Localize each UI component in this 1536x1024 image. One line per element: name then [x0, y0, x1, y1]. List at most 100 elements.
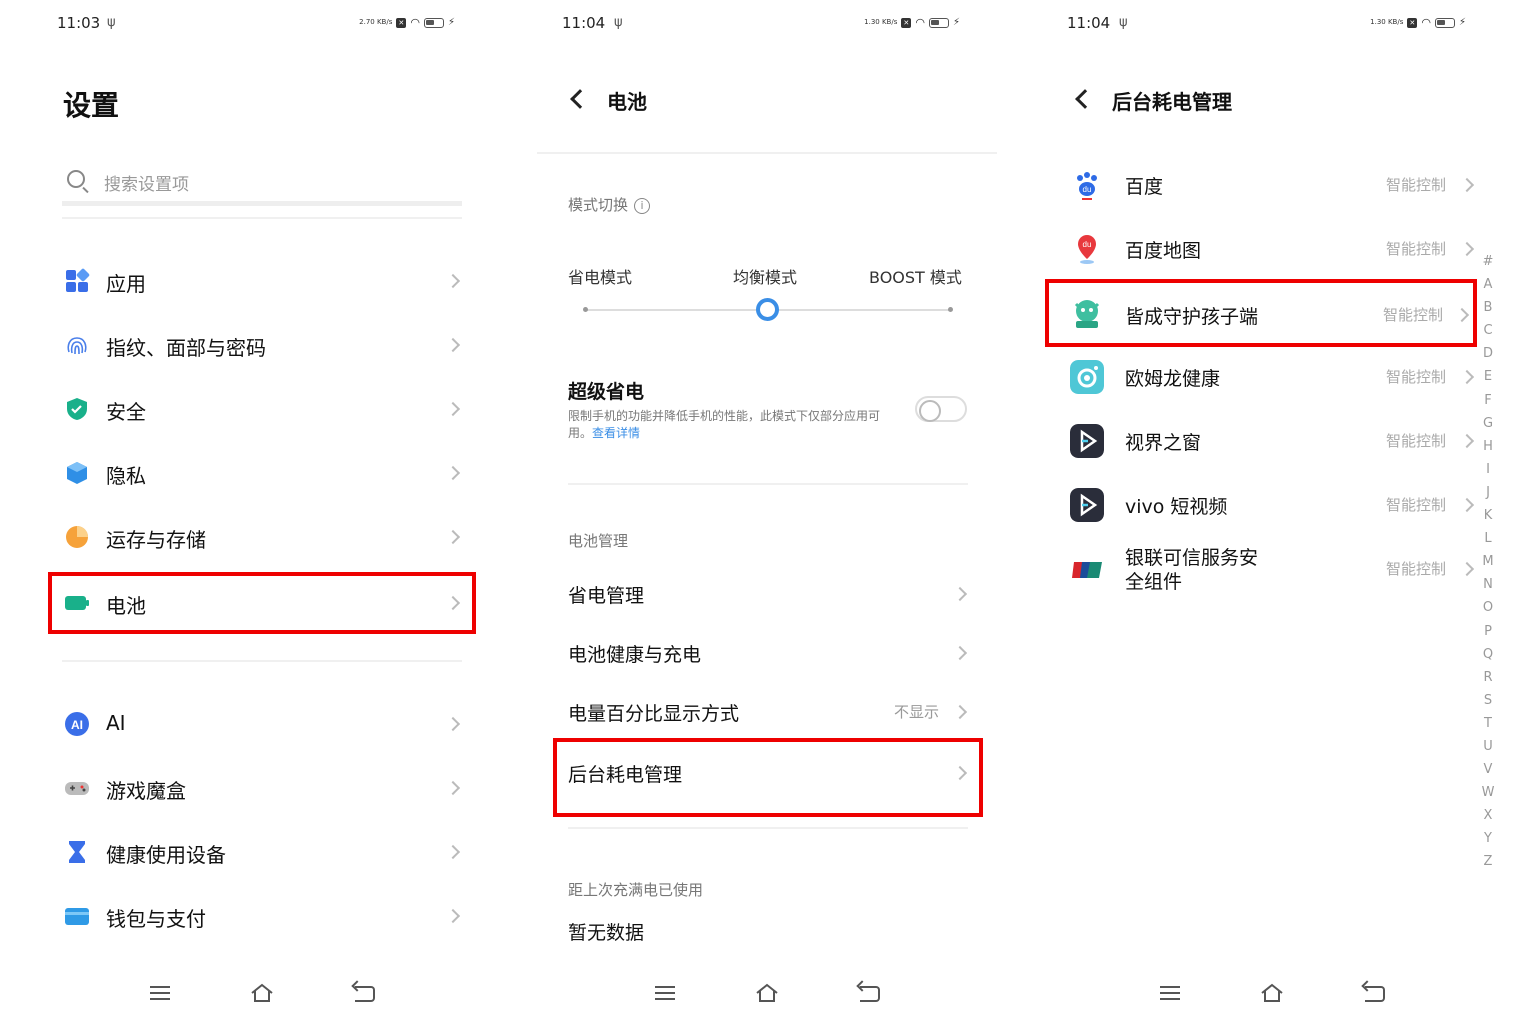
settings-item-game[interactable]: 游戏魔盒: [48, 757, 476, 817]
super-saving-toggle[interactable]: [915, 396, 967, 422]
menu-icon[interactable]: [150, 986, 170, 1000]
app-row-video-window[interactable]: 视界之窗 智能控制: [1058, 410, 1484, 474]
wifi-icon: ◠: [410, 16, 420, 29]
search-input[interactable]: 搜索设置项: [62, 164, 462, 206]
chevron-right-icon: [445, 844, 461, 860]
index-letter[interactable]: U: [1480, 735, 1496, 758]
app-label: 皆成守护孩子端: [1125, 306, 1259, 328]
index-letter[interactable]: G: [1480, 412, 1496, 435]
menu-icon[interactable]: [655, 986, 675, 1000]
settings-item-apps[interactable]: 应用: [48, 250, 476, 310]
fingerprint-icon: [67, 337, 87, 355]
battery-status-icon: [1434, 17, 1455, 28]
super-saving-title: 超级省电: [568, 381, 645, 403]
index-letter[interactable]: A: [1480, 273, 1496, 296]
ai-badge-icon: AI: [65, 712, 89, 736]
search-placeholder: 搜索设置项: [104, 175, 189, 195]
settings-item-privacy[interactable]: 隐私: [48, 442, 476, 502]
index-letter[interactable]: L: [1480, 527, 1496, 550]
usb-icon: ψ: [1119, 15, 1128, 30]
mode-balanced[interactable]: 均衡模式: [733, 264, 797, 288]
index-letter[interactable]: O: [1480, 596, 1496, 619]
index-letter[interactable]: Z: [1480, 850, 1496, 873]
index-letter[interactable]: J: [1480, 481, 1496, 504]
settings-item-storage[interactable]: 运存与存储: [48, 506, 476, 566]
mode-power-saving[interactable]: 省电模式: [568, 264, 632, 288]
baidu-map-icon: du: [1070, 232, 1104, 266]
settings-item-fingerprint[interactable]: 指纹、面部与密码: [48, 314, 476, 374]
app-status: 智能控制: [1385, 240, 1446, 258]
index-letter[interactable]: I: [1480, 458, 1496, 481]
mode-slider[interactable]: [583, 298, 953, 321]
status-time: 11:04: [1067, 14, 1111, 32]
alphabet-index[interactable]: # A B C D E F G H I J K L M N O P Q R S T U V W X Y Z: [1480, 250, 1496, 874]
index-letter[interactable]: E: [1480, 365, 1496, 388]
index-letter[interactable]: Q: [1480, 643, 1496, 666]
index-letter[interactable]: B: [1480, 296, 1496, 319]
vivo-video-icon: [1070, 488, 1104, 522]
index-letter[interactable]: D: [1480, 342, 1496, 365]
back-icon[interactable]: [860, 986, 880, 1002]
back-arrow-icon[interactable]: [570, 89, 590, 109]
settings-item-health[interactable]: 健康使用设备: [48, 821, 476, 881]
divider: [568, 827, 968, 829]
index-letter[interactable]: Y: [1480, 827, 1496, 850]
unionpay-icon: [1070, 552, 1104, 586]
row-battery-health[interactable]: 电池健康与充电: [553, 626, 983, 682]
home-icon[interactable]: [1260, 982, 1284, 1004]
index-letter[interactable]: X: [1480, 804, 1496, 827]
index-letter[interactable]: R: [1480, 666, 1496, 689]
details-link[interactable]: 查看详情: [592, 426, 640, 440]
item-label: 运存与存储: [106, 528, 206, 552]
item-label: AI: [106, 711, 126, 735]
app-row-baidu[interactable]: du 百度 智能控制: [1058, 154, 1484, 218]
index-letter[interactable]: P: [1480, 620, 1496, 643]
settings-item-security[interactable]: 安全: [48, 378, 476, 438]
baidu-icon: du: [1070, 168, 1104, 202]
app-status: 智能控制: [1385, 368, 1446, 386]
app-row-unionpay[interactable]: 银联可信服务安全组件 智能控制: [1058, 538, 1484, 608]
home-icon[interactable]: [755, 982, 779, 1004]
index-letter[interactable]: C: [1480, 319, 1496, 342]
charging-icon: ⚡: [952, 17, 960, 28]
index-letter[interactable]: M: [1480, 550, 1496, 573]
row-percentage-display[interactable]: 电量百分比显示方式 不显示: [553, 685, 983, 741]
back-arrow-icon[interactable]: [1075, 89, 1095, 109]
app-row-child-guard[interactable]: 皆成守护孩子端 智能控制: [1045, 279, 1477, 347]
net-speed: 1.30 KB/s: [864, 18, 898, 26]
index-letter[interactable]: F: [1480, 389, 1496, 412]
index-letter[interactable]: K: [1480, 504, 1496, 527]
storage-pie-icon: [66, 526, 88, 548]
index-letter[interactable]: S: [1480, 689, 1496, 712]
chevron-right-icon: [952, 704, 968, 720]
chevron-right-icon: [1459, 433, 1475, 449]
menu-icon[interactable]: [1160, 986, 1180, 1000]
row-label: 电池健康与充电: [568, 644, 702, 666]
index-letter[interactable]: H: [1480, 435, 1496, 458]
home-icon[interactable]: [250, 982, 274, 1004]
chevron-right-icon: [445, 780, 461, 796]
settings-item-ai[interactable]: AI AI: [48, 693, 476, 753]
row-background-power[interactable]: 后台耗电管理: [553, 738, 983, 817]
mode-boost[interactable]: BOOST 模式: [869, 264, 962, 288]
app-row-vivo-video[interactable]: vivo 短视频 智能控制: [1058, 474, 1484, 538]
app-row-omron[interactable]: 欧姆龙健康 智能控制: [1058, 346, 1484, 410]
index-letter[interactable]: W: [1480, 781, 1496, 804]
back-icon[interactable]: [355, 986, 375, 1002]
privacy-cube-icon: [67, 462, 87, 484]
index-letter[interactable]: #: [1480, 250, 1496, 273]
chevron-right-icon: [445, 595, 461, 611]
charging-icon: ⚡: [447, 17, 455, 28]
back-icon[interactable]: [1365, 986, 1385, 1002]
index-letter[interactable]: T: [1480, 712, 1496, 735]
slider-knob[interactable]: [756, 298, 779, 321]
settings-item-wallet[interactable]: 钱包与支付: [48, 885, 476, 945]
no-data-text: 暂无数据: [568, 922, 645, 944]
settings-item-battery[interactable]: 电池: [48, 572, 476, 634]
index-letter[interactable]: N: [1480, 573, 1496, 596]
index-letter[interactable]: V: [1480, 758, 1496, 781]
row-power-saving[interactable]: 省电管理: [553, 567, 983, 623]
chevron-right-icon: [1459, 369, 1475, 385]
app-row-baidu-map[interactable]: du 百度地图 智能控制: [1058, 218, 1484, 282]
info-icon[interactable]: i: [634, 197, 651, 214]
